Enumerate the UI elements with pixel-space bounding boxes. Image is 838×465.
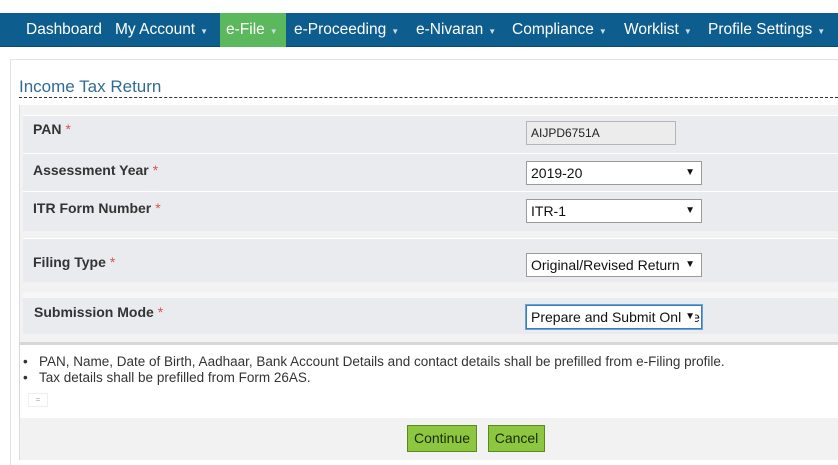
itr-form-select[interactable]: ITR-1 ▼ <box>526 199 702 223</box>
itr-form-row: ITR Form Number * <box>23 191 838 231</box>
bullet: • <box>23 370 28 385</box>
pan-label-text: PAN <box>33 121 62 137</box>
nav-eproceeding[interactable]: e-Proceeding ▼ <box>294 13 399 47</box>
nav-my-account[interactable]: My Account ▼ <box>115 13 208 47</box>
pan-row: PAN * <box>23 115 838 153</box>
dropdown-arrow-icon: ▼ <box>681 254 695 276</box>
nav-enivaran[interactable]: e-Nivaran ▼ <box>416 13 496 47</box>
nav-worklist[interactable]: Worklist ▼ <box>624 13 692 47</box>
nav-worklist-label: Worklist <box>624 21 679 38</box>
nav-efile[interactable]: e-File ▼ <box>220 13 286 47</box>
nav-compliance-label: Compliance <box>512 21 594 38</box>
assessment-year-select[interactable]: 2019-20 ▼ <box>526 161 702 185</box>
submission-mode-label-text: Submission Mode <box>34 304 154 320</box>
required-marker: * <box>65 121 71 137</box>
nav-enivaran-label: e-Nivaran <box>416 21 484 38</box>
page-title: Income Tax Return <box>19 77 162 96</box>
itr-form-value: ITR-1 <box>531 203 566 219</box>
nav-dashboard-label: Dashboard <box>26 21 102 38</box>
pan-label: PAN * <box>33 121 71 137</box>
assessment-year-row: Assessment Year * <box>23 153 838 191</box>
submission-mode-label: Submission Mode * <box>34 304 163 320</box>
chevron-down-icon: ▼ <box>683 27 692 37</box>
filing-type-row: Filing Type * <box>23 238 838 282</box>
filing-type-label-text: Filing Type <box>33 254 106 270</box>
top-gap <box>0 0 838 13</box>
title-divider <box>19 97 838 98</box>
submission-mode-row: Submission Mode * <box>23 292 838 334</box>
info-line: • Tax details shall be prefilled from For… <box>23 370 311 385</box>
itr-form-label-text: ITR Form Number <box>33 200 152 216</box>
dropdown-arrow-icon: ▼ <box>681 162 695 184</box>
dropdown-arrow-icon: ▼ <box>681 306 695 328</box>
nav-dashboard[interactable]: Dashboard <box>26 13 102 47</box>
required-marker: * <box>109 254 116 270</box>
itr-form-label: ITR Form Number * <box>33 200 161 216</box>
info-box: • PAN, Name, Date of Birth, Aadhaar, Bank… <box>19 342 838 418</box>
cancel-button[interactable]: Cancel <box>488 425 545 452</box>
continue-button[interactable]: Continue <box>407 425 477 452</box>
required-marker: * <box>157 304 164 320</box>
filing-type-value: Original/Revised Return <box>531 257 680 273</box>
dropdown-arrow-icon: ▼ <box>681 200 695 222</box>
resize-handle-icon[interactable]: = <box>28 393 48 407</box>
nav-profile-settings[interactable]: Profile Settings ▼ <box>708 13 825 47</box>
nav-my-account-label: My Account <box>115 21 196 38</box>
info-line: • PAN, Name, Date of Birth, Aadhaar, Bank… <box>23 354 725 369</box>
chevron-down-icon: ▼ <box>200 27 209 37</box>
chevron-down-icon: ▼ <box>391 27 400 37</box>
submission-mode-value: Prepare and Submit Online <box>531 309 700 325</box>
submission-mode-select[interactable]: Prepare and Submit Online ▼ <box>525 304 703 330</box>
nav-profile-settings-label: Profile Settings <box>708 21 813 38</box>
main-navbar: Dashboard My Account ▼ e-File ▼ e-Proceedi… <box>0 13 838 47</box>
chevron-down-icon: ▼ <box>488 27 497 37</box>
pan-field: AIJPD6751A <box>526 121 676 145</box>
info-line-text: PAN, Name, Date of Birth, Aadhaar, Bank … <box>39 354 725 369</box>
bullet: • <box>23 354 28 369</box>
required-marker: * <box>152 162 159 178</box>
info-line-text: Tax details shall be prefilled from Form… <box>39 370 311 385</box>
filing-type-label: Filing Type * <box>33 254 115 270</box>
assessment-year-value: 2019-20 <box>531 165 583 181</box>
chevron-down-icon: ▼ <box>817 27 826 37</box>
assessment-year-label-text: Assessment Year <box>33 162 149 178</box>
filing-type-select[interactable]: Original/Revised Return ▼ <box>526 253 702 277</box>
assessment-year-label: Assessment Year * <box>33 162 158 178</box>
chevron-down-icon: ▼ <box>598 27 607 37</box>
required-marker: * <box>155 200 161 216</box>
chevron-down-icon: ▼ <box>269 27 278 37</box>
nav-eproceeding-label: e-Proceeding <box>294 21 387 38</box>
nav-efile-label: e-File <box>226 21 265 38</box>
nav-compliance[interactable]: Compliance ▼ <box>512 13 607 47</box>
